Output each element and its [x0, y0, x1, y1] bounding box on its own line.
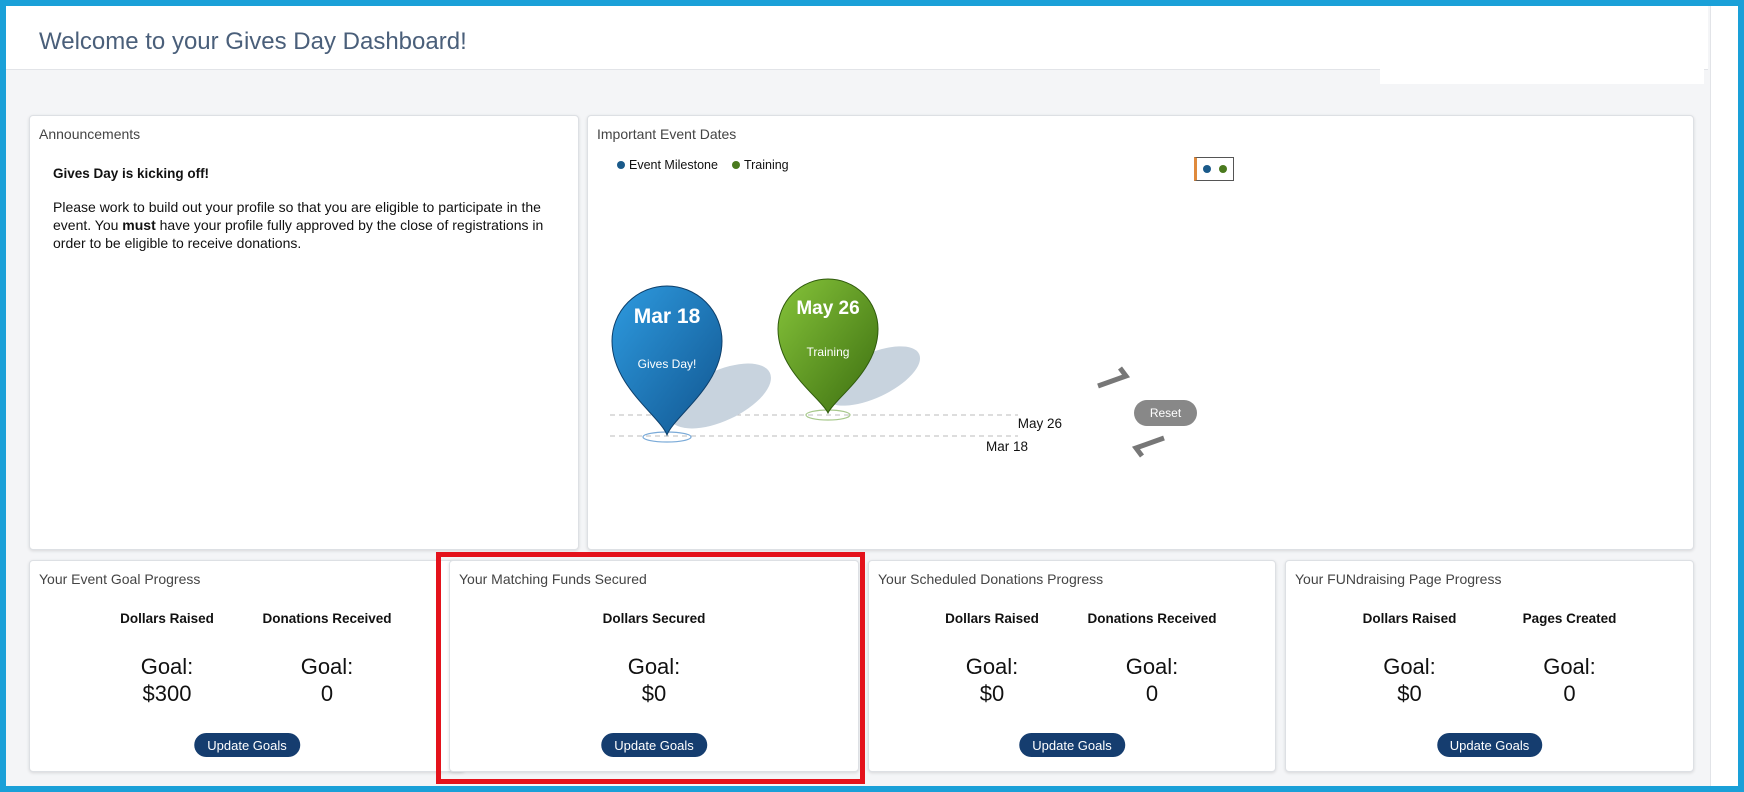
metric-label: Dollars Raised — [945, 611, 1039, 626]
metric-dollars-raised: Dollars Raised Goal: $0 — [1330, 611, 1490, 707]
metric-label: Donations Received — [1087, 611, 1217, 626]
fundraising-page-card: Your FUNdraising Page Progress Dollars R… — [1285, 560, 1694, 772]
metric-label: Pages Created — [1522, 611, 1617, 626]
timeline-reset-button[interactable]: Reset — [1134, 400, 1197, 426]
goal-value: 0 — [1145, 681, 1159, 706]
metric-goal: Goal: $0 — [912, 653, 1072, 707]
update-goals-button[interactable]: Update Goals — [1436, 733, 1543, 757]
metric-goal: Goal: $0 — [574, 653, 734, 707]
metric-goal: Goal: $300 — [87, 653, 247, 707]
goal-value: 0 — [320, 681, 334, 706]
pin-label-may26: Training — [807, 345, 850, 359]
metric-goal: Goal: 0 — [1072, 653, 1232, 707]
update-goals-button[interactable]: Update Goals — [194, 733, 300, 757]
announcements-title: Announcements — [39, 126, 141, 142]
goal-label: Goal: — [1383, 654, 1436, 679]
matching-funds-card: Your Matching Funds Secured Dollars Secu… — [449, 560, 859, 772]
goal-label: Goal: — [627, 654, 681, 679]
goal-label: Goal: — [140, 654, 194, 679]
pin-label-mar18: Gives Day! — [638, 357, 697, 371]
header-blank-area — [1380, 6, 1704, 84]
metric-goal: Goal: 0 — [247, 653, 407, 707]
card-title: Your Scheduled Donations Progress — [878, 571, 1104, 587]
event-dates-panel: Important Event Dates Event Milestone Tr… — [587, 115, 1694, 550]
announcements-panel: Announcements Gives Day is kicking off! … — [29, 115, 579, 550]
card-metrics: Dollars Raised Goal: $0 Donations Receive… — [869, 611, 1275, 707]
metric-dollars-raised: Dollars Raised Goal: $300 — [87, 611, 247, 707]
timeline-canvas: Mar 18 Gives Day! May 26 Training May 26… — [610, 278, 1165, 458]
axis-label-mar18: Mar 18 — [986, 439, 1028, 454]
card-title: Your Event Goal Progress — [39, 571, 201, 587]
update-goals-button[interactable]: Update Goals — [601, 733, 707, 757]
scheduled-donations-card: Your Scheduled Donations Progress Dollar… — [868, 560, 1276, 772]
zoom-bracket-top-icon — [1097, 366, 1131, 389]
metric-goal: Goal: 0 — [1490, 653, 1650, 707]
update-goals-button[interactable]: Update Goals — [1019, 733, 1125, 757]
goal-label: Goal: — [300, 654, 354, 679]
metric-dollars-secured: Dollars Secured Goal: $0 — [574, 611, 734, 707]
metric-pages-created: Pages Created Goal: 0 — [1490, 611, 1650, 707]
goal-label: Goal: — [1125, 654, 1179, 679]
goal-value: $0 — [1397, 681, 1422, 706]
goal-value: $0 — [979, 681, 1005, 706]
right-rail — [1710, 6, 1738, 786]
pin-date-mar18: Mar 18 — [634, 305, 701, 328]
goal-value: $0 — [641, 681, 667, 706]
metric-label: Dollars Raised — [120, 611, 214, 626]
metric-goal: Goal: $0 — [1330, 653, 1490, 707]
card-metrics: Dollars Secured Goal: $0 — [450, 611, 858, 707]
card-title: Your FUNdraising Page Progress — [1295, 571, 1502, 587]
goal-label: Goal: — [1543, 654, 1596, 679]
announcement-text-bold: must — [122, 217, 156, 233]
zoom-bracket-bottom-icon — [1131, 435, 1165, 458]
card-metrics: Dollars Raised Goal: $0 Pages Created Goa… — [1286, 611, 1693, 707]
goal-label: Goal: — [965, 654, 1019, 679]
page-title: Welcome to your Gives Day Dashboard! — [39, 28, 467, 55]
metric-label: Donations Received — [262, 611, 392, 626]
metric-label: Dollars Secured — [602, 611, 706, 626]
metric-label: Dollars Raised — [1362, 611, 1457, 626]
card-title: Your Matching Funds Secured — [459, 571, 647, 587]
pin-date-may26: May 26 — [796, 298, 859, 319]
metric-donations-received: Donations Received Goal: 0 — [247, 611, 407, 707]
metric-donations-received: Donations Received Goal: 0 — [1072, 611, 1232, 707]
announcement-body: Please work to build out your profile so… — [53, 198, 558, 252]
goal-value: $300 — [142, 681, 192, 706]
axis-label-may26: May 26 — [1018, 416, 1062, 431]
card-metrics: Dollars Raised Goal: $300 Donations Recei… — [30, 611, 464, 707]
metric-dollars-raised: Dollars Raised Goal: $0 — [912, 611, 1072, 707]
announcement-heading: Gives Day is kicking off! — [53, 166, 210, 181]
goal-value: 0 — [1563, 681, 1576, 706]
event-goal-card: Your Event Goal Progress Dollars Raised … — [29, 560, 465, 772]
